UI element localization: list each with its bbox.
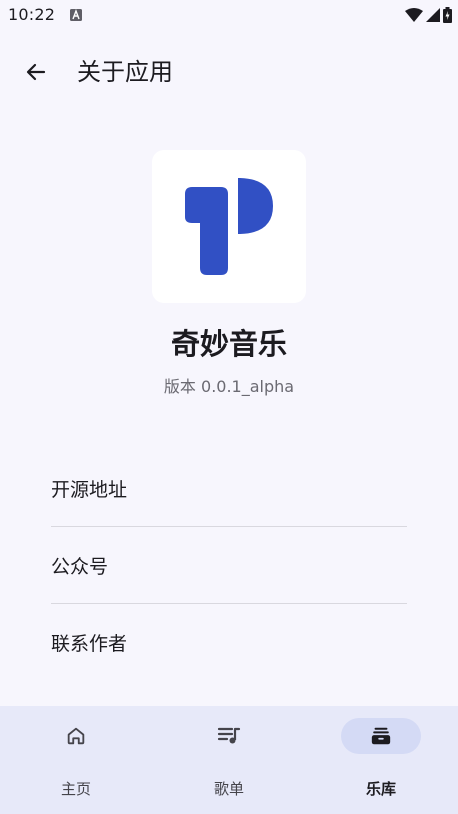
status-icons [405,7,452,23]
font-notification-icon [70,9,82,21]
wifi-icon [405,8,423,22]
music-logo-icon [185,178,273,275]
about-menu-list: 开源地址 公众号 联系作者 [51,450,407,680]
status-time: 10:22 [8,5,56,24]
nav-label: 乐库 [365,780,396,798]
nav-label: 主页 [60,780,91,798]
nav-pill [36,718,116,754]
nav-label: 歌单 [213,780,244,798]
nav-item-playlist[interactable]: 歌单 [159,718,299,804]
playlist-icon [217,727,241,744]
arrow-back-icon [26,63,46,81]
top-app-bar: 关于应用 [0,40,458,104]
back-button[interactable] [14,50,58,94]
app-name: 奇妙音乐 [170,327,287,361]
menu-item-label: 开源地址 [51,478,128,501]
battery-icon [443,7,452,23]
bottom-navigation: 主页 歌单 乐库 [0,706,458,814]
nav-item-library[interactable]: 乐库 [311,718,451,804]
page-title: 关于应用 [77,58,173,86]
status-bar: 10:22 [0,0,458,32]
nav-pill-active [341,718,421,754]
menu-item-label: 联系作者 [51,632,128,655]
menu-item-label: 公众号 [51,555,109,578]
menu-item-source-code[interactable]: 开源地址 [51,450,407,526]
library-icon [371,727,391,745]
app-logo [152,150,306,303]
menu-item-contact-author[interactable]: 联系作者 [51,604,407,680]
menu-item-official-account[interactable]: 公众号 [51,527,407,603]
home-icon [67,727,85,745]
app-version: 版本 0.0.1_alpha [163,377,295,396]
nav-pill [189,718,269,754]
nav-item-home[interactable]: 主页 [6,718,146,804]
signal-icon [426,8,440,22]
